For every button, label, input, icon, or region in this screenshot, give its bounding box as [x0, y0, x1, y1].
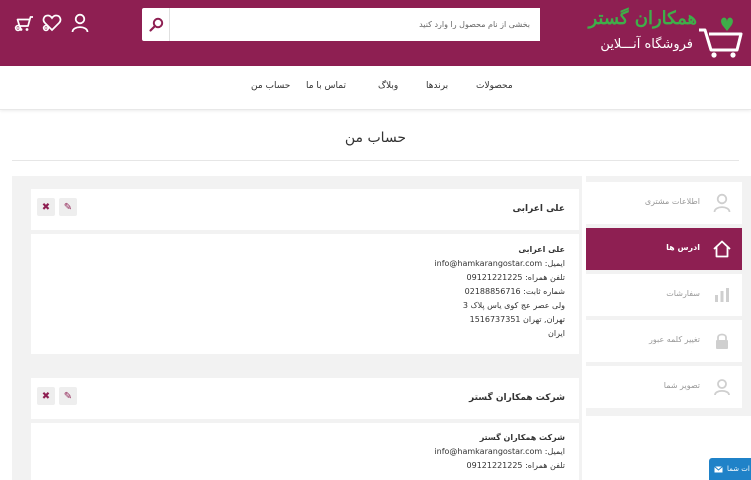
image-icon — [712, 377, 732, 397]
user-icon — [71, 13, 89, 33]
address-card-body: علی اعرابی ایمیل: info@hamkarangostar.co… — [31, 234, 579, 354]
cart-count: 0 — [16, 26, 19, 32]
address-actions: ✖ ✎ — [37, 387, 77, 407]
page: همکاران گستر فروشگاه آنـــلاین 0 — [0, 0, 751, 480]
addresses-panel: علی اعرابی ✖ ✎ علی اعرابی ایمیل: info@ha… — [12, 176, 582, 480]
sidebar-item-change-password[interactable]: تغییر کلمه عبور — [586, 320, 742, 362]
nav-item-my-account[interactable]: حساب من — [251, 81, 290, 91]
cart-icon: 0 — [14, 16, 33, 32]
address-title: علی اعرابی — [512, 204, 565, 214]
address-line: علی اعرابی — [518, 245, 565, 254]
address-line: ایمیل: info@hamkarangostar.com — [434, 259, 565, 268]
address-card-body: شرکت همکاران گستر ایمیل: info@hamkarango… — [31, 423, 579, 480]
nav-item-products[interactable]: محصولات — [476, 81, 513, 91]
logo-title: همکاران گستر — [588, 8, 698, 29]
search-bar — [142, 8, 540, 41]
sidebar-item-customer-info[interactable]: اطلاعات مشتری — [586, 182, 742, 224]
sidebar-item-label: سفارشات — [666, 289, 700, 298]
address-card-header: شرکت همکاران گستر ✖ ✎ — [31, 378, 579, 419]
edit-address-button[interactable]: ✎ — [59, 198, 77, 216]
nav-item-brands[interactable]: برندها — [426, 81, 448, 91]
delete-address-button[interactable]: ✖ — [37, 387, 55, 405]
sidebar-item-orders[interactable]: سفارشات — [586, 274, 742, 316]
user-icon — [712, 193, 732, 213]
address-line: تلفن همراه: 09121221225 — [466, 461, 565, 470]
account-sidebar: اطلاعات مشتری ادرس ها سفارشات تغییر کلمه… — [586, 176, 751, 416]
pencil-icon: ✎ — [63, 390, 73, 402]
mail-icon — [714, 465, 723, 472]
sidebar-item-your-image[interactable]: تصویر شما — [586, 366, 742, 408]
main-nav: محصولات برندها وبلاگ تماس با ما حساب من — [0, 66, 751, 110]
page-title: حساب من — [344, 130, 407, 146]
wishlist-count: 0 — [44, 26, 47, 32]
address-line: تلفن همراه: 09121221225 — [466, 273, 565, 282]
search-input[interactable] — [169, 8, 540, 41]
sidebar-item-label: اطلاعات مشتری — [644, 197, 700, 206]
address-line: ولی عصر عج کوی یاس پلاک 3 — [462, 301, 565, 310]
site-logo[interactable]: همکاران گستر فروشگاه آنـــلاین — [561, 4, 743, 62]
search-button[interactable] — [142, 8, 169, 41]
delete-address-button[interactable]: ✖ — [37, 198, 55, 216]
edit-address-button[interactable]: ✎ — [59, 387, 77, 405]
nav-item-blog[interactable]: وبلاگ — [378, 81, 398, 91]
nav-item-contact[interactable]: تماس با ما — [306, 81, 346, 91]
contact-tab-label: ات شما — [727, 465, 750, 473]
cart-button[interactable]: 0 — [14, 12, 34, 34]
address-actions: ✖ ✎ — [37, 198, 77, 218]
address-line: شماره ثابت: 02188856716 — [464, 287, 565, 296]
lock-icon — [712, 331, 732, 351]
address-line: شرکت همکاران گستر — [479, 433, 565, 442]
account-button[interactable] — [70, 12, 90, 34]
sidebar-item-label: تغییر کلمه عبور — [649, 335, 700, 344]
close-icon: ✖ — [41, 201, 51, 213]
pencil-icon: ✎ — [63, 201, 73, 213]
sidebar-item-label: تصویر شما — [663, 381, 700, 390]
search-icon — [148, 17, 163, 32]
wishlist-button[interactable]: 0 — [42, 12, 62, 34]
sidebar-item-addresses[interactable]: ادرس ها — [586, 228, 742, 270]
home-icon — [712, 239, 732, 259]
contact-us-tab[interactable]: ات شما — [709, 458, 751, 480]
address-title: شرکت همکاران گستر — [469, 393, 565, 403]
close-icon: ✖ — [41, 390, 51, 402]
title-divider — [12, 160, 739, 161]
address-line: ایمیل: info@hamkarangostar.com — [434, 447, 565, 456]
logo-cart-icon — [699, 17, 743, 58]
address-line: ایران — [548, 329, 565, 338]
site-header: همکاران گستر فروشگاه آنـــلاین 0 — [0, 0, 751, 66]
address-line: تهران, تهران 1516737351 — [469, 315, 565, 324]
sidebar-item-label: ادرس ها — [666, 243, 700, 252]
logo-subtitle: فروشگاه آنـــلاین — [600, 37, 693, 52]
chart-icon — [712, 285, 732, 305]
address-card-header: علی اعرابی ✖ ✎ — [31, 189, 579, 230]
heart-icon: 0 — [42, 14, 62, 32]
